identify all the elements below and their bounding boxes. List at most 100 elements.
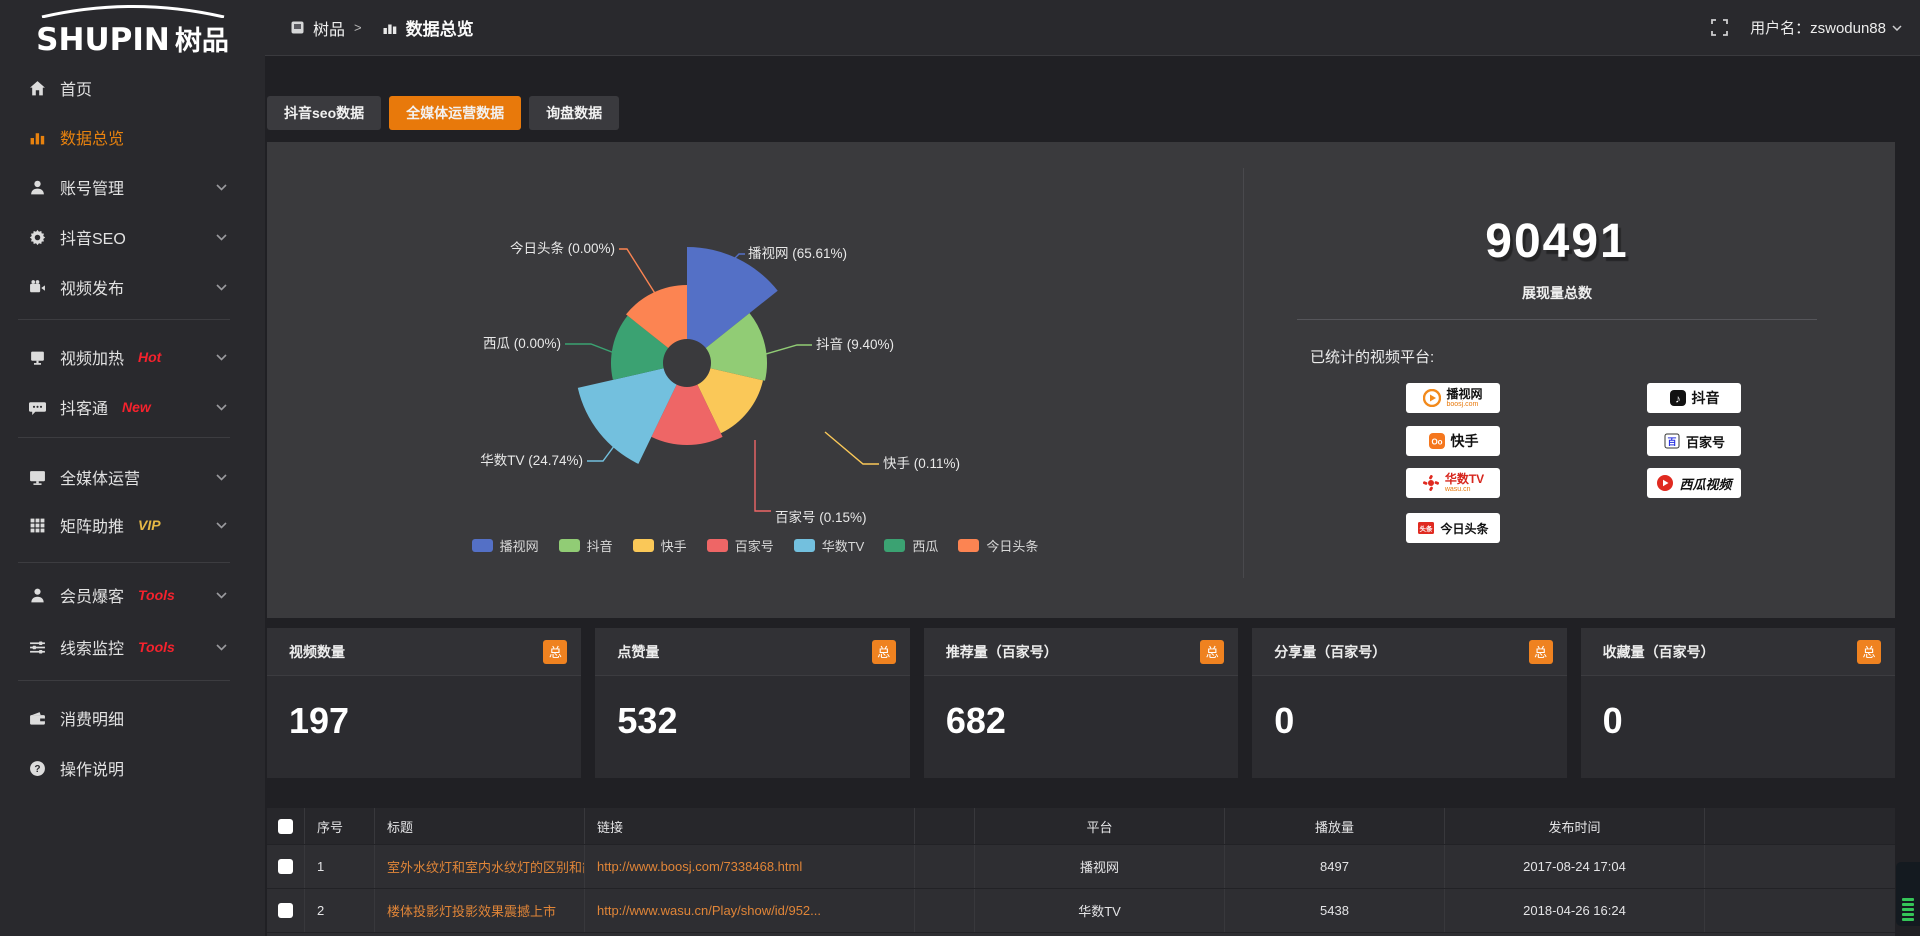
sidebar-divider xyxy=(18,319,230,320)
legend-label: 快手 xyxy=(661,536,687,555)
rose-pie-chart[interactable]: 播视网 (65.61%)抖音 (9.40%)快手 (0.11%)百家号 (0.1… xyxy=(267,142,1243,582)
video-title-link[interactable]: 室外水纹灯和室内水纹灯的区别和简介 xyxy=(375,845,585,888)
total-impressions-value: 90491 xyxy=(1257,214,1857,269)
chevron-down-icon xyxy=(216,516,227,534)
slice-label: 抖音 (9.40%) xyxy=(816,336,894,352)
legend-item-快手[interactable]: 快手 xyxy=(633,536,687,555)
row-checkbox[interactable] xyxy=(278,903,293,918)
legend-item-西瓜[interactable]: 西瓜 xyxy=(884,536,938,555)
video-title-link[interactable]: 楼体投影灯投影效果震撼上市 xyxy=(375,889,585,932)
chevron-down-icon xyxy=(1892,25,1902,31)
sidebar-item-omnimedia[interactable]: 全媒体运营 xyxy=(0,455,265,499)
total-badge: 总 xyxy=(1529,640,1553,664)
legend-label: 百家号 xyxy=(735,536,774,555)
kuaishou-logo-icon: Oo xyxy=(1428,432,1446,450)
new-badge: New xyxy=(122,399,151,415)
video-url-link[interactable]: http://www.boosj.com/7338468.html xyxy=(585,845,915,888)
total-impressions-label: 展现量总数 xyxy=(1257,283,1857,303)
slice-label: 播视网 (65.61%) xyxy=(748,246,847,261)
douyin-logo-icon: ♪ xyxy=(1669,389,1687,407)
legend-label: 今日头条 xyxy=(986,536,1038,555)
sidebar: SHUPIN 树品 首页 数据总览 账号管理 抖音SEO xyxy=(0,0,265,936)
legend-item-播视网[interactable]: 播视网 xyxy=(472,536,539,555)
video-url-link[interactable]: http://www.wasu.cn/Play/show/id/952... xyxy=(585,889,915,932)
data-tabs: 抖音seo数据 全媒体运营数据 询盘数据 xyxy=(267,96,619,130)
chat-icon xyxy=(28,398,46,416)
platforms-title: 已统计的视频平台: xyxy=(1310,346,1857,367)
svg-text:♪: ♪ xyxy=(1675,394,1681,406)
question-circle-icon: ? xyxy=(28,759,46,777)
platform-badge-kuaishou: Oo 快手 xyxy=(1406,426,1500,456)
stat-card-shares: 分享量（百家号）总 0 xyxy=(1252,628,1566,778)
overview-panel: 播视网 (65.61%)抖音 (9.40%)快手 (0.11%)百家号 (0.1… xyxy=(267,142,1895,618)
sidebar-item-member-baoke[interactable]: 会员爆客 Tools xyxy=(0,573,265,617)
legend-item-抖音[interactable]: 抖音 xyxy=(559,536,613,555)
user-menu[interactable]: 用户名：zswodun88 xyxy=(1750,17,1902,38)
tab-douyin-seo-data[interactable]: 抖音seo数据 xyxy=(267,96,381,130)
wallet-icon xyxy=(28,709,46,727)
logo-text-cn: 树品 xyxy=(175,19,229,58)
tab-inquiry-data[interactable]: 询盘数据 xyxy=(529,96,619,130)
platform-badge-baijiahao: 百 百家号 xyxy=(1647,426,1741,456)
stat-cards: 视频数量总 197 点赞量总 532 推荐量（百家号）总 682 分享量（百家号… xyxy=(267,628,1895,778)
legend-swatch xyxy=(707,539,728,552)
breadcrumb: 树品 > 数据总览 xyxy=(291,15,474,40)
slice-label: 今日头条 (0.00%) xyxy=(510,240,615,256)
sidebar-item-matrix-boost[interactable]: 矩阵助推 VIP xyxy=(0,503,265,547)
sidebar-item-data-overview[interactable]: 数据总览 xyxy=(0,115,265,159)
legend-item-百家号[interactable]: 百家号 xyxy=(707,536,774,555)
total-badge: 总 xyxy=(872,640,896,664)
summary-block: 90491 展现量总数 已统计的视频平台: xyxy=(1257,142,1857,367)
svg-text:百: 百 xyxy=(1667,437,1676,447)
logo-arc xyxy=(28,4,238,18)
stat-card-favorites: 收藏量（百家号）总 0 xyxy=(1581,628,1895,778)
legend-swatch xyxy=(958,539,979,552)
sidebar-divider xyxy=(18,437,230,438)
total-badge: 总 xyxy=(543,640,567,664)
sidebar-item-accounts[interactable]: 账号管理 xyxy=(0,165,265,209)
toutiao-logo-icon: 头条 xyxy=(1417,519,1435,537)
sidebar-item-home[interactable]: 首页 xyxy=(0,66,265,110)
platform-badge-xigua: 西瓜视频 xyxy=(1647,468,1741,498)
label-line xyxy=(759,345,812,356)
dashboard-root: SHUPIN 树品 首页 数据总览 账号管理 抖音SEO xyxy=(0,0,1920,936)
tab-omnimedia-data[interactable]: 全媒体运营数据 xyxy=(389,96,521,130)
sidebar-divider xyxy=(18,562,230,563)
breadcrumb-page[interactable]: 数据总览 xyxy=(406,15,474,40)
edge-widget[interactable] xyxy=(1896,862,1920,926)
chevron-down-icon xyxy=(216,348,227,366)
sidebar-item-help[interactable]: ? 操作说明 xyxy=(0,746,265,790)
app-logo: SHUPIN 树品 xyxy=(0,0,265,64)
chevron-down-icon xyxy=(216,278,227,296)
fullscreen-icon[interactable] xyxy=(1711,19,1728,36)
legend-item-今日头条[interactable]: 今日头条 xyxy=(958,536,1038,555)
row-checkbox[interactable] xyxy=(278,859,293,874)
stat-card-recommends: 推荐量（百家号）总 682 xyxy=(924,628,1238,778)
legend-label: 华数TV xyxy=(822,536,865,555)
select-all-checkbox[interactable] xyxy=(278,819,293,834)
legend-item-华数TV[interactable]: 华数TV xyxy=(794,536,865,555)
video-camera-icon xyxy=(28,278,46,296)
sidebar-item-clue-monitor[interactable]: 线索监控 Tools xyxy=(0,625,265,669)
chevron-down-icon xyxy=(216,178,227,196)
sidebar-item-video-heat[interactable]: 视频加热 Hot xyxy=(0,335,265,379)
sidebar-item-spending-detail[interactable]: 消费明细 xyxy=(0,696,265,740)
chevron-down-icon xyxy=(216,638,227,656)
stat-card-likes: 点赞量总 532 xyxy=(595,628,909,778)
platform-badge-boosj: 播视网boosj.com xyxy=(1406,383,1500,413)
slice-label: 华数TV (24.74%) xyxy=(480,453,583,468)
summary-divider xyxy=(1297,319,1817,320)
stat-value: 0 xyxy=(1603,700,1895,742)
person-icon xyxy=(28,586,46,604)
legend-swatch xyxy=(559,539,580,552)
sidebar-item-douketong[interactable]: 抖客通 New xyxy=(0,385,265,429)
sidebar-item-video-publish[interactable]: 视频发布 xyxy=(0,265,265,309)
sidebar-item-douyin-seo[interactable]: 抖音SEO xyxy=(0,215,265,259)
total-badge: 总 xyxy=(1857,640,1881,664)
username-label: 用户名：zswodun88 xyxy=(1750,17,1886,38)
legend-swatch xyxy=(794,539,815,552)
legend-label: 播视网 xyxy=(500,536,539,555)
bar-chart-icon xyxy=(28,128,46,146)
breadcrumb-app[interactable]: 树品 xyxy=(313,16,345,40)
slice-label: 百家号 (0.15%) xyxy=(775,509,867,525)
